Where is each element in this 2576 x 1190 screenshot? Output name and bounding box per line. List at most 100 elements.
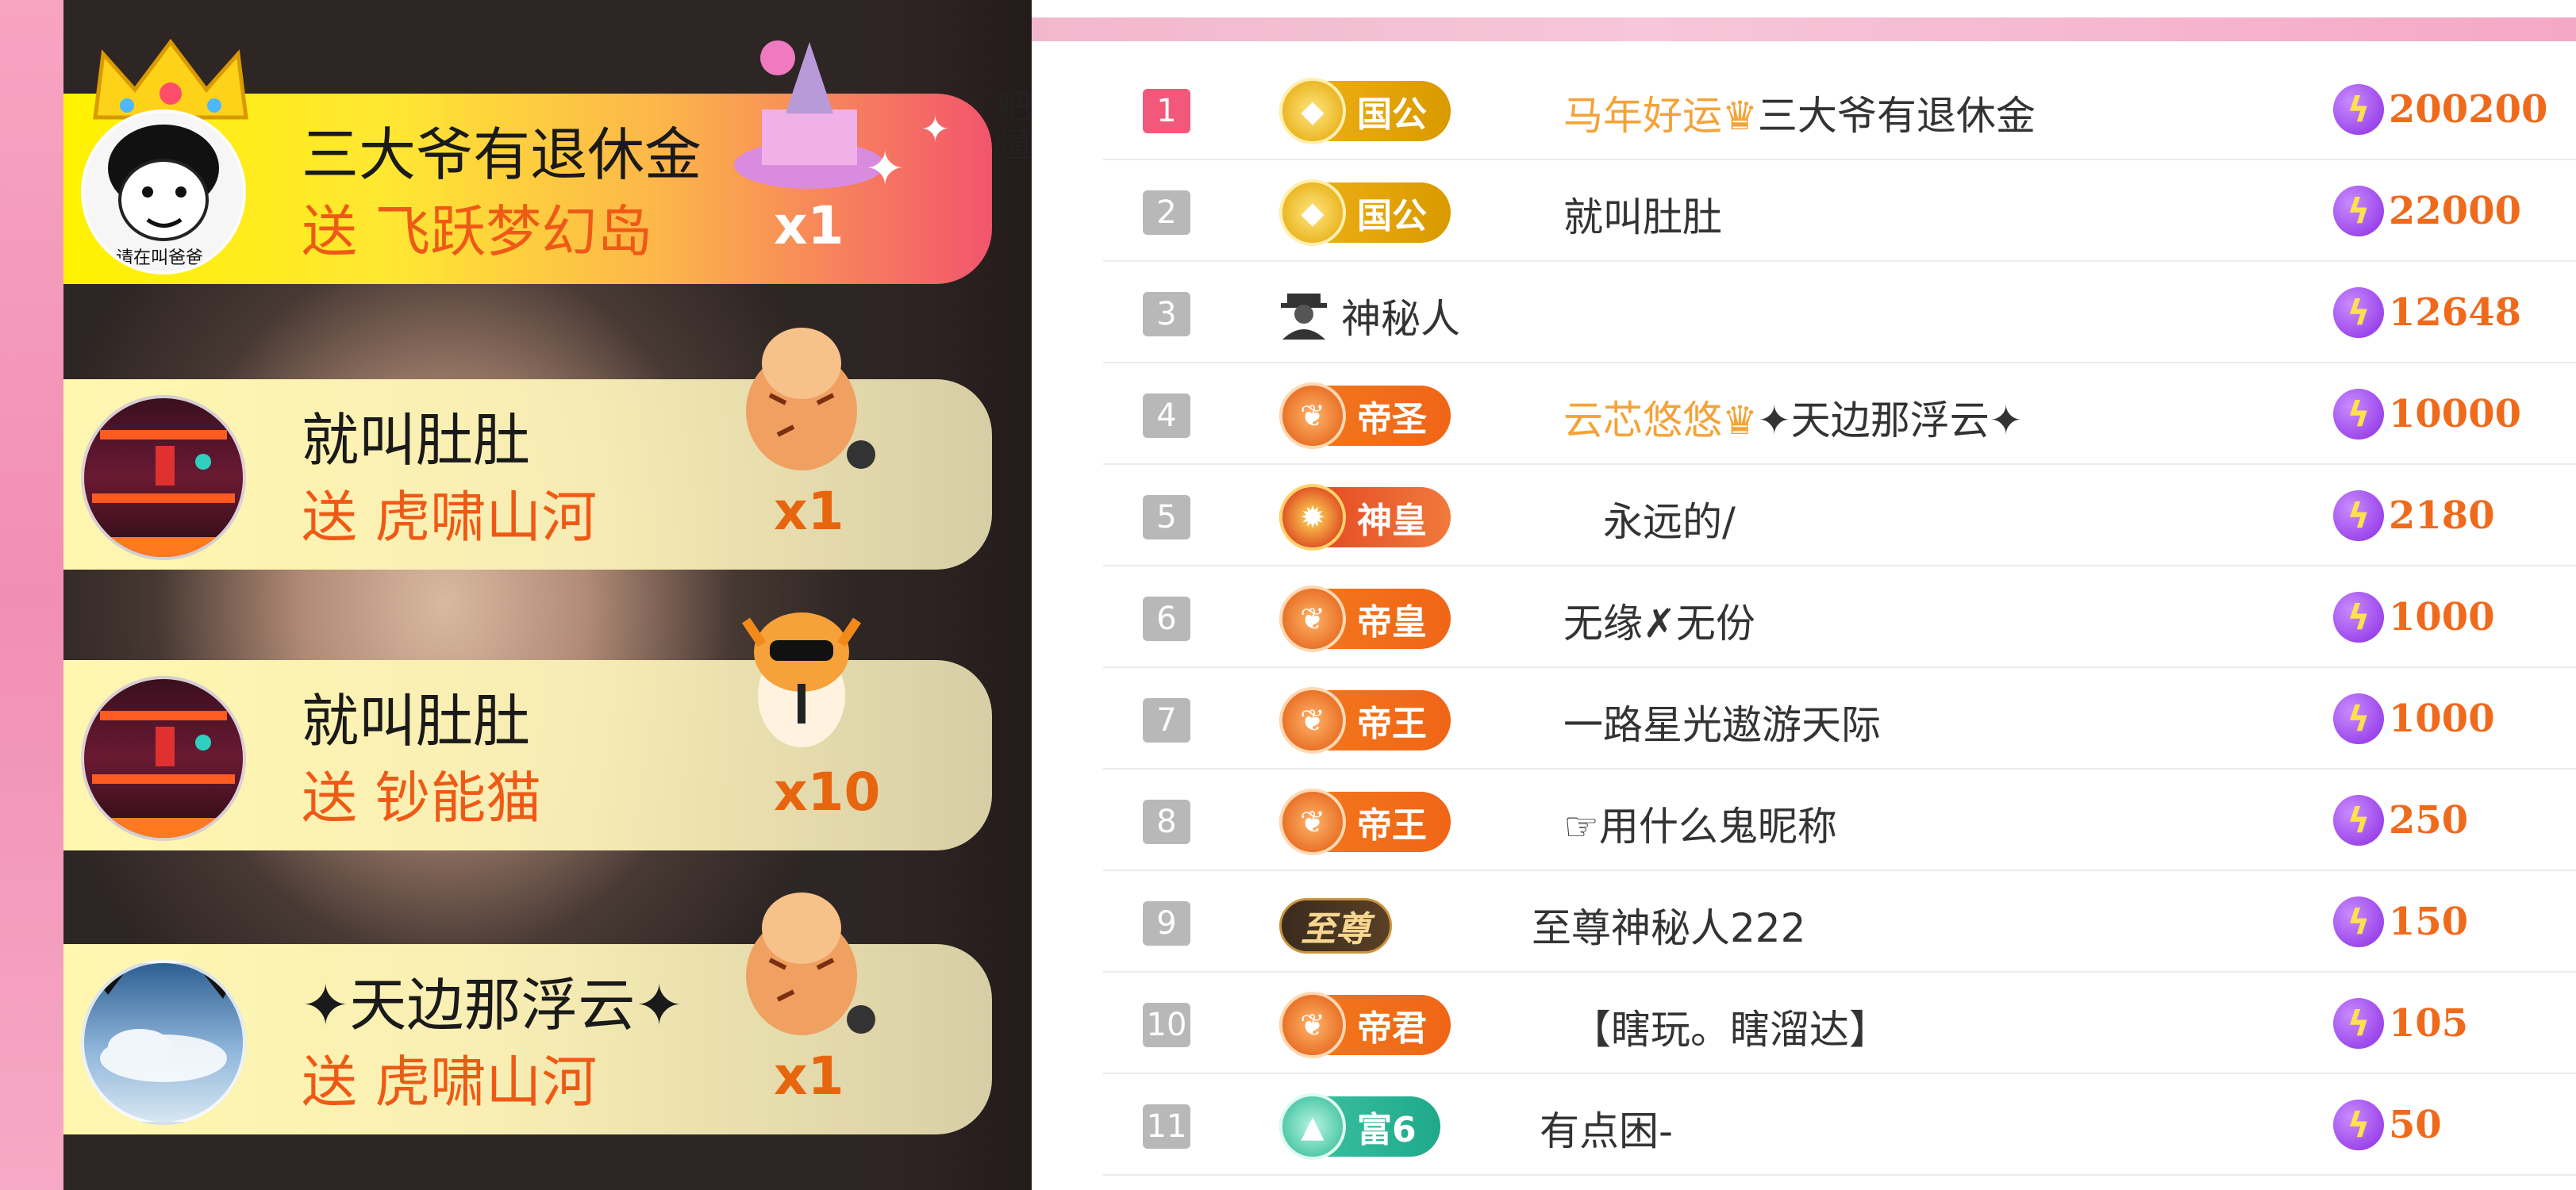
sparkle-icon: ✦ bbox=[921, 109, 950, 150]
lightning-icon: ϟ bbox=[2333, 84, 2384, 135]
ranking-row[interactable]: 11 ▲ 富6 有点困- ϟ 50 bbox=[1103, 1073, 2576, 1176]
contribution-score: ϟ 12648 bbox=[2333, 287, 2521, 338]
gift-notification: 就叫肚肚 送 虎啸山河 x1 bbox=[63, 328, 992, 570]
live-stream-view: 吧 懂 请在叫爸爸 三大爷有退休金 送 飞跃梦幻岛 x1 ✦ ✦ 就叫肚肚 送 … bbox=[0, 0, 1032, 1190]
lightning-icon: ϟ bbox=[2333, 287, 2384, 338]
score-value: 105 bbox=[2389, 1001, 2469, 1046]
user-name[interactable]: ☞用什么鬼昵称 bbox=[1563, 795, 1837, 852]
avatar[interactable] bbox=[81, 395, 246, 560]
badge-label: 富6 bbox=[1357, 1110, 1417, 1150]
contribution-score: ϟ 1000 bbox=[2333, 592, 2495, 643]
contribution-score: ϟ 10000 bbox=[2333, 389, 2521, 440]
user-name[interactable]: 马年好运♛三大爷有退休金 bbox=[1563, 84, 2036, 141]
gift-sender-name: ✦天边那浮云✦ bbox=[302, 972, 683, 1038]
user-name[interactable]: 无缘✗无份 bbox=[1563, 592, 1755, 649]
crown-icon: ♛ bbox=[1722, 93, 1758, 139]
user-name[interactable]: 神秘人 bbox=[1341, 287, 1460, 344]
ranking-row[interactable]: 1 ◆ 国公 马年好运♛三大爷有退休金 ϟ 200200 bbox=[1103, 57, 2576, 160]
tiger-gift-icon bbox=[746, 328, 875, 470]
avatar-game-icon bbox=[84, 711, 243, 838]
gift-sender-name: 就叫肚肚 bbox=[302, 688, 531, 754]
ranking-row[interactable]: 2 ◆ 国公 就叫肚肚 ϟ 22000 bbox=[1103, 159, 2576, 262]
badge-label: 帝王 bbox=[1357, 704, 1427, 744]
rank-number: 4 bbox=[1143, 393, 1190, 438]
contribution-ranking-list: 1 ◆ 国公 马年好运♛三大爷有退休金 ϟ 200200 2 ◆ 国公 就叫肚肚 ϟ2… bbox=[1032, 0, 2576, 1190]
avatar[interactable] bbox=[81, 960, 246, 1125]
lightning-icon: ϟ bbox=[2333, 795, 2384, 846]
cut-off-text-2: 懂 bbox=[996, 125, 1031, 165]
lightning-icon: ϟ bbox=[2333, 1100, 2384, 1150]
user-name[interactable]: 至尊神秘人222 bbox=[1532, 896, 1805, 954]
gift-name: 飞跃梦幻岛 bbox=[375, 199, 653, 264]
rank-number: 7 bbox=[1143, 698, 1190, 743]
badge-label: 神皇 bbox=[1357, 501, 1427, 541]
ranking-row[interactable]: 6 ❦ 帝皇 无缘✗无份 ϟ 1000 bbox=[1103, 565, 2576, 668]
gift-name: 钞能猫 bbox=[375, 766, 542, 831]
cat-gift-icon bbox=[742, 612, 861, 747]
noble-badge: ❦ 帝王 bbox=[1279, 687, 1451, 754]
avatar[interactable] bbox=[81, 676, 246, 841]
ranking-row[interactable]: 5 ✹ 神皇 永远的/ ϟ 2180 bbox=[1103, 463, 2576, 566]
gift-count: x1 bbox=[774, 481, 844, 542]
user-name[interactable]: 一路星光遨游天际 bbox=[1563, 693, 1881, 750]
user-name[interactable]: 【瞎玩。瞎溜达】 bbox=[1571, 998, 1889, 1055]
user-name[interactable]: 有点困- bbox=[1540, 1100, 1673, 1157]
ranking-row[interactable]: 9 至尊 至尊神秘人222 ϟ 150 bbox=[1103, 869, 2576, 973]
user-name[interactable]: 就叫肚肚 bbox=[1563, 186, 1722, 243]
avatar[interactable]: 请在叫爸爸 bbox=[81, 109, 246, 274]
badge-label: 帝君 bbox=[1357, 1008, 1427, 1049]
list-header-bar bbox=[1032, 17, 2576, 41]
score-value: 12648 bbox=[2389, 290, 2521, 335]
contribution-score: ϟ 22000 bbox=[2333, 186, 2521, 236]
contribution-score: ϟ 150 bbox=[2333, 896, 2468, 947]
lightning-icon: ϟ bbox=[2333, 998, 2384, 1049]
lightning-icon: ϟ bbox=[2333, 592, 2384, 643]
user-name[interactable]: 云芯悠悠♛✦天边那浮云✦ bbox=[1563, 389, 2023, 446]
ranking-row[interactable]: 10 ❦ 帝君 【瞎玩。瞎溜达】 ϟ 105 bbox=[1103, 971, 2576, 1074]
rank-number: 1 bbox=[1143, 89, 1190, 133]
gift-name: 虎啸山河 bbox=[375, 485, 598, 550]
score-value: 200200 bbox=[2389, 87, 2548, 132]
user-name-text: ✦天边那浮云✦ bbox=[1757, 397, 2023, 443]
score-value: 22000 bbox=[2389, 189, 2521, 233]
gift-action: 送 bbox=[302, 199, 357, 264]
rank-number: 9 bbox=[1143, 901, 1190, 946]
tiger-gift-icon bbox=[746, 892, 875, 1035]
noble-badge: ❦ 帝王 bbox=[1279, 789, 1451, 855]
score-value: 10000 bbox=[2389, 392, 2521, 436]
contribution-score: ϟ 50 bbox=[2333, 1100, 2442, 1150]
lightning-icon: ϟ bbox=[2333, 896, 2384, 947]
badge-label: 帝圣 bbox=[1357, 399, 1427, 440]
gift-sender-name: 就叫肚肚 bbox=[302, 407, 531, 474]
score-value: 50 bbox=[2389, 1103, 2442, 1147]
noble-badge: ✹ 神皇 bbox=[1279, 484, 1451, 551]
gift-count: x1 bbox=[774, 195, 844, 256]
ranking-row[interactable]: 4 ❦ 帝圣 云芯悠悠♛✦天边那浮云✦ ϟ 10000 bbox=[1103, 362, 2576, 465]
noble-rank-icon: ❦ bbox=[1279, 687, 1346, 754]
rank-number: 2 bbox=[1143, 190, 1190, 235]
noble-badge: ❦ 帝皇 bbox=[1279, 585, 1451, 652]
badge-label: 国公 bbox=[1357, 94, 1427, 135]
noble-badge: 至尊 bbox=[1279, 898, 1392, 954]
rank-number: 3 bbox=[1143, 292, 1190, 336]
noble-rank-icon: ❦ bbox=[1279, 585, 1346, 652]
noble-badge: ❦ 帝圣 bbox=[1279, 382, 1451, 449]
gift-notification: 请在叫爸爸 三大爷有退休金 送 飞跃梦幻岛 x1 ✦ ✦ bbox=[63, 38, 992, 284]
avatar-caption: 请在叫爸爸 bbox=[116, 248, 204, 268]
noble-rank-icon: ✹ bbox=[1279, 484, 1346, 551]
score-value: 2180 bbox=[2389, 493, 2495, 538]
lightning-icon: ϟ bbox=[2333, 693, 2384, 744]
user-name[interactable]: 永远的/ bbox=[1603, 490, 1736, 547]
pink-border bbox=[0, 0, 63, 1190]
ranking-row[interactable]: 8 ❦ 帝王 ☞用什么鬼昵称 ϟ 250 bbox=[1103, 768, 2576, 871]
triangle-level-icon: ▲ bbox=[1279, 1093, 1346, 1160]
ranking-row[interactable]: 3 神秘人 ϟ 12648 bbox=[1103, 260, 2576, 363]
contribution-score: ϟ 1000 bbox=[2333, 693, 2495, 744]
ranking-row[interactable]: 7 ❦ 帝王 一路星光遨游天际 ϟ 1000 bbox=[1103, 666, 2576, 770]
score-value: 1000 bbox=[2389, 595, 2495, 639]
noble-badge: ❦ 帝君 bbox=[1279, 992, 1451, 1058]
badge-label: 国公 bbox=[1357, 196, 1427, 236]
wealth-badge: ▲ 富6 bbox=[1279, 1093, 1440, 1160]
cut-off-text-1: 吧 bbox=[996, 86, 1031, 127]
gift-description: 送 钞能猫 bbox=[302, 754, 541, 834]
